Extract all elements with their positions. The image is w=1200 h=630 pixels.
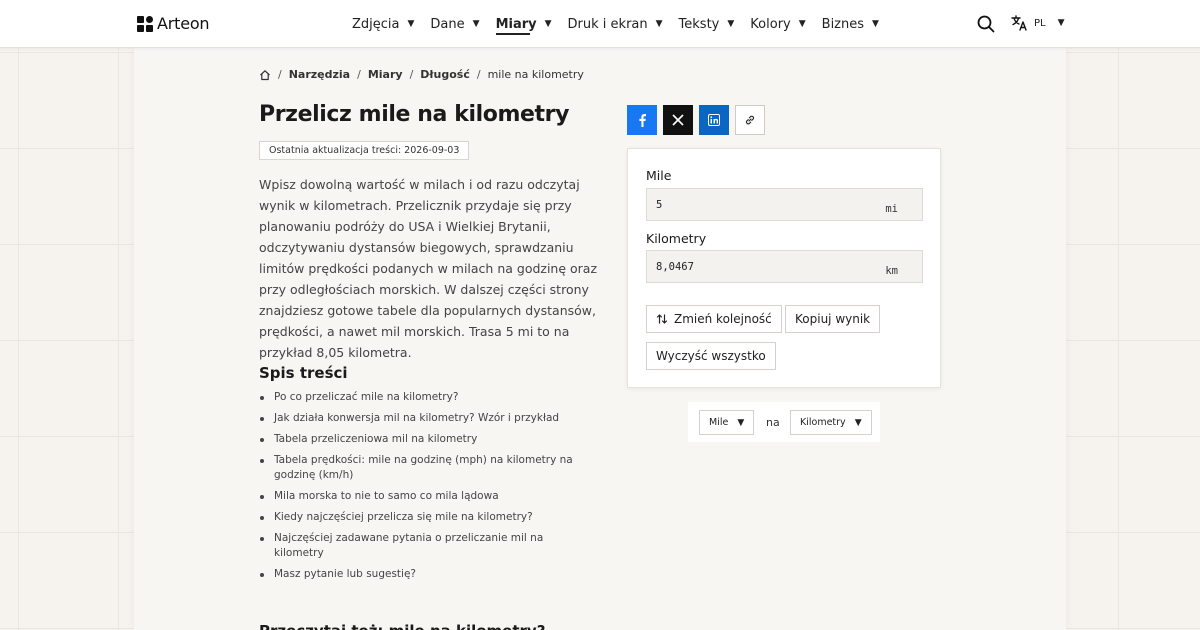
caret-down-icon: ▼ bbox=[544, 19, 552, 29]
brand-name: Arteon bbox=[157, 14, 210, 33]
copy-result-label: Kopiuj wynik bbox=[795, 312, 871, 326]
last-updated-badge: Ostatnia aktualizacja treści: 2026-09-03 bbox=[259, 141, 470, 160]
search-icon bbox=[977, 15, 995, 33]
toc-link[interactable]: Po co przeliczać mile na kilometry? bbox=[259, 390, 589, 405]
swap-vertical-icon bbox=[656, 314, 668, 324]
breadcrumb-link-miary[interactable]: Miary bbox=[368, 68, 403, 81]
share-buttons bbox=[627, 105, 765, 135]
nav-label: Miary bbox=[495, 16, 537, 32]
linkedin-icon bbox=[708, 114, 720, 126]
toc-link[interactable]: Kiedy najczęściej przelicza się mile na … bbox=[259, 510, 589, 525]
to-unit: km bbox=[885, 265, 898, 277]
nav-item-miary[interactable]: Miary ▼ bbox=[496, 0, 552, 48]
section-heading: Przeczytaj też: mile na kilometry? bbox=[259, 622, 545, 630]
facebook-icon bbox=[639, 114, 646, 127]
unit-joiner: na bbox=[766, 416, 780, 429]
breadcrumb-link-dlugosc[interactable]: Długość bbox=[420, 68, 470, 81]
language-code: PL bbox=[1034, 17, 1046, 29]
copy-result-button[interactable]: Kopiuj wynik bbox=[785, 305, 881, 333]
breadcrumb-link-narzedzia[interactable]: Narzędzia bbox=[289, 68, 350, 81]
share-x-button[interactable] bbox=[663, 105, 693, 135]
nav-label: Teksty bbox=[678, 16, 720, 32]
from-field-label: Mile bbox=[646, 168, 672, 183]
caret-down-icon: ▼ bbox=[798, 19, 806, 29]
to-field-label: Kilometry bbox=[646, 231, 707, 246]
home-icon[interactable] bbox=[259, 69, 271, 81]
nav-item-druk-i-ekran[interactable]: Druk i ekran ▼ bbox=[568, 0, 663, 48]
caret-down-icon: ▼ bbox=[737, 417, 745, 428]
clear-all-button[interactable]: Wyczyść wszystko bbox=[646, 342, 776, 370]
brand-logo[interactable]: Arteon bbox=[137, 14, 210, 33]
nav-item-zdjecia[interactable]: Zdjęcia ▼ bbox=[352, 0, 414, 48]
link-icon bbox=[745, 115, 755, 125]
x-icon bbox=[672, 114, 684, 126]
to-unit-select-value: Kilometry bbox=[800, 417, 846, 428]
toc-link[interactable]: Jak działa konwersja mil na kilometry? W… bbox=[259, 411, 589, 426]
logo-icon bbox=[137, 15, 153, 32]
caret-down-icon: ▼ bbox=[472, 19, 480, 29]
clear-all-label: Wyczyść wszystko bbox=[656, 349, 766, 363]
caret-down-icon: ▼ bbox=[1057, 18, 1065, 28]
toc-link[interactable]: Masz pytanie lub sugestię? bbox=[259, 567, 589, 582]
toc-heading: Spis treści bbox=[259, 364, 348, 382]
language-selector[interactable]: PL ▼ bbox=[1011, 15, 1065, 31]
main-nav: Zdjęcia ▼ Dane ▼ Miary ▼ Druk i ekran ▼ … bbox=[352, 0, 895, 48]
intro-paragraph: Wpisz dowolną wartość w milach i od razu… bbox=[259, 177, 598, 360]
breadcrumb-separator: / bbox=[278, 68, 282, 81]
nav-label: Druk i ekran bbox=[567, 16, 648, 32]
copy-link-button[interactable] bbox=[735, 105, 765, 135]
toc-link[interactable]: Tabela prędkości: mile na godzinę (mph) … bbox=[259, 453, 589, 483]
from-field: mi bbox=[646, 188, 923, 221]
nav-item-dane[interactable]: Dane ▼ bbox=[430, 0, 479, 48]
translate-icon bbox=[1011, 15, 1027, 31]
from-unit-select-value: Mile bbox=[709, 417, 729, 428]
from-unit: mi bbox=[885, 203, 898, 215]
caret-down-icon: ▼ bbox=[872, 19, 879, 29]
nav-item-biznes[interactable]: Biznes ▼ bbox=[822, 0, 879, 48]
search-button[interactable] bbox=[977, 15, 995, 33]
nav-item-kolory[interactable]: Kolory ▼ bbox=[750, 0, 805, 48]
converter-card: Mile mi Kilometry km Zmień kolejność Kop… bbox=[627, 148, 941, 388]
toc-link[interactable]: Najczęściej zadawane pytania o przelicza… bbox=[259, 531, 589, 561]
nav-item-teksty[interactable]: Teksty ▼ bbox=[679, 0, 735, 48]
unit-selector: Mile ▼ na Kilometry ▼ bbox=[688, 402, 880, 442]
top-navigation-bar: Arteon Zdjęcia ▼ Dane ▼ Miary ▼ Druk i e… bbox=[0, 0, 1200, 48]
share-facebook-button[interactable] bbox=[627, 105, 657, 135]
from-unit-select[interactable]: Mile ▼ bbox=[699, 410, 755, 435]
table-of-contents: Po co przeliczać mile na kilometry? Jak … bbox=[259, 390, 589, 588]
nav-label: Biznes bbox=[821, 16, 865, 32]
breadcrumb: / Narzędzia / Miary / Długość / mile na … bbox=[259, 68, 584, 81]
to-unit-select[interactable]: Kilometry ▼ bbox=[790, 410, 872, 435]
breadcrumb-separator: / bbox=[357, 68, 361, 81]
caret-down-icon: ▼ bbox=[727, 19, 735, 29]
toc-link[interactable]: Mila morska to nie to samo co mila lądow… bbox=[259, 489, 589, 504]
to-field: km bbox=[646, 250, 923, 283]
breadcrumb-separator: / bbox=[476, 68, 481, 81]
nav-label: Kolory bbox=[750, 16, 791, 32]
miles-input[interactable] bbox=[647, 189, 877, 220]
toc-link[interactable]: Tabela przeliczeniowa mil na kilometry bbox=[259, 432, 589, 447]
nav-label: Zdjęcia bbox=[352, 16, 400, 32]
page-title: Przelicz mile na kilometry bbox=[259, 102, 570, 127]
kilometers-input[interactable] bbox=[647, 251, 877, 282]
nav-label: Dane bbox=[430, 16, 465, 32]
swap-button[interactable]: Zmień kolejność bbox=[646, 305, 782, 333]
caret-down-icon: ▼ bbox=[655, 19, 663, 29]
breadcrumb-current: mile na kilometry bbox=[487, 68, 584, 81]
swap-button-label: Zmień kolejność bbox=[674, 312, 772, 326]
caret-down-icon: ▼ bbox=[854, 417, 862, 428]
share-linkedin-button[interactable] bbox=[699, 105, 729, 135]
caret-down-icon: ▼ bbox=[407, 19, 415, 29]
breadcrumb-separator: / bbox=[409, 68, 414, 81]
